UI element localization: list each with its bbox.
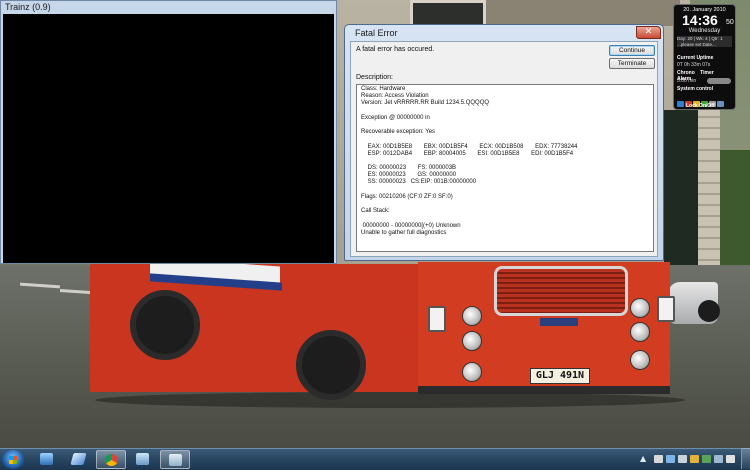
description-line: Exception @ 00000000 in [361, 114, 430, 121]
description-line: ESP: 0012DAB4 EBP: 80004005 ESI: 00D1B5E… [361, 150, 574, 157]
car-wheel [698, 300, 720, 322]
gadget-weekday: Wednesday [688, 28, 721, 34]
description-line: DS: 00000023 FS: 0000003B [361, 165, 457, 172]
description-line: Class: Hardware [361, 86, 406, 92]
stone-pillar [698, 85, 720, 280]
description-line: Unable to gather full diagnostics [361, 229, 447, 236]
taskbar-explorer[interactable] [64, 450, 94, 469]
bus-bumper [418, 386, 670, 394]
gadget-uptime-label: Current Uptime [677, 55, 714, 61]
gadget-seconds: 50 [726, 19, 734, 26]
gadget-tab-timer[interactable]: Timer [700, 70, 714, 76]
description-line: Reason: Access Violation [361, 93, 429, 100]
system-control-icons [677, 94, 733, 107]
description-line: Version: Jet vRRRRR.RR Build 1234.5.QQQQ… [361, 100, 490, 107]
headlight [630, 298, 650, 318]
description-line: SS: 00000023 CS:EIP: 001B:00000000 [361, 179, 477, 186]
gadget-info-line: ...please set Date... [677, 41, 716, 47]
description-line [361, 201, 649, 208]
bus-badge [540, 318, 578, 326]
description-line: ES: 00000023 GS: 00000000 [361, 172, 457, 179]
bus-shadow [95, 392, 685, 408]
headlight [462, 331, 482, 351]
dialog-body: A fatal error has occured. Continue Term… [350, 41, 658, 257]
terminate-button[interactable]: Terminate [609, 58, 655, 69]
headlight [462, 306, 482, 326]
gadget-uptime-value: 0T 0h 33m 07s [677, 62, 711, 68]
tray-icon[interactable] [714, 455, 723, 463]
taskbar: ▲ [0, 448, 750, 470]
tray-icon[interactable] [702, 455, 711, 463]
alarm-toggle[interactable] [707, 78, 731, 84]
description-line: 00000000 - 00000000[(+0) Unknown [361, 222, 461, 229]
gadget-system-control: System control [677, 86, 714, 92]
fatal-error-dialog[interactable]: Fatal Error ✕ A fatal error has occured.… [344, 24, 664, 261]
show-desktop-button[interactable] [741, 448, 750, 469]
description-line [361, 136, 649, 143]
headlight [462, 362, 482, 382]
bus-wheel-rear [130, 290, 200, 360]
description-line [361, 122, 649, 129]
windows-logo-icon [9, 456, 17, 464]
close-button[interactable]: ✕ [636, 26, 661, 39]
tray-icon[interactable] [690, 455, 699, 463]
tray-icon[interactable] [654, 455, 663, 463]
volume-icon[interactable] [678, 455, 687, 463]
system-tray: ▲ [640, 452, 748, 467]
gadget-alarm-value: 3:00 min [677, 78, 697, 84]
description-line: Flags: 00210206 (CF:0 ZF:0 SF:0) [361, 193, 453, 200]
power-icon[interactable] [677, 101, 684, 107]
taskbar-app[interactable] [128, 450, 158, 469]
trainz-window[interactable]: Trainz (0.9) [0, 0, 337, 264]
description-line: Call Stack: [361, 208, 390, 215]
chrome-icon [105, 454, 118, 466]
bus-wheel-front [296, 330, 366, 400]
description-line [361, 187, 649, 194]
bus-indicator-left [428, 306, 446, 332]
description-label: Description: [356, 74, 393, 81]
lock-onoff-button[interactable]: Lock On/Off [686, 103, 715, 109]
explorer-icon [70, 453, 87, 465]
description-line [361, 108, 649, 115]
tray-icon[interactable] [726, 455, 735, 463]
trainz-window-title: Trainz (0.9) [5, 2, 51, 12]
dialog-title: Fatal Error [355, 28, 398, 38]
chevron-up-icon[interactable]: ▲ [640, 454, 646, 463]
tree [720, 150, 750, 280]
bus-grille [494, 266, 628, 316]
description-textbox[interactable]: Class: Hardware Reason: Access Violation… [356, 84, 654, 252]
bus-number-plate: GLJ 491N [530, 368, 590, 384]
gadget-time: 14:36 [682, 12, 718, 28]
clock-gadget[interactable]: 20. January 2010 14:36 50 Wednesday Day:… [673, 4, 736, 110]
start-button[interactable] [2, 450, 24, 469]
network-icon[interactable] [666, 455, 675, 463]
description-line: EAX: 00D1B5E8 EBX: 00D1B5F4 ECX: 00D1B50… [361, 143, 578, 150]
continue-button[interactable]: Continue [609, 45, 655, 56]
taskbar-computer[interactable] [32, 450, 62, 469]
description-line [361, 215, 649, 222]
error-message: A fatal error has occured. [356, 46, 435, 53]
gadget-info-box: Day: 20 | Wk: 4 | Qtr: 1 ...please set D… [677, 36, 732, 47]
doorway [664, 110, 698, 270]
trainz-viewport[interactable] [3, 14, 334, 263]
taskbar-chrome[interactable] [96, 450, 126, 469]
monitor-icon [40, 453, 53, 465]
headlight [630, 322, 650, 342]
description-line [361, 158, 649, 165]
taskbar-trainz[interactable] [160, 450, 190, 469]
app-icon [136, 453, 149, 465]
bus-indicator-right [657, 296, 675, 322]
headlight [630, 350, 650, 370]
description-line: Recoverable exception: Yes [361, 129, 436, 136]
lock-icon[interactable] [717, 101, 724, 107]
trainz-icon [169, 454, 182, 466]
